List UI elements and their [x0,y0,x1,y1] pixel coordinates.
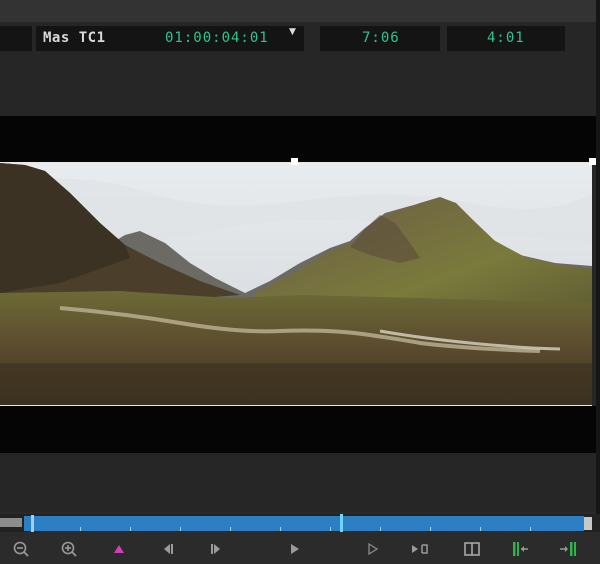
loop-icon[interactable] [410,538,432,560]
insert-icon[interactable] [509,538,531,560]
timeline-scroll-right[interactable] [584,517,592,530]
timeline-track[interactable] [24,516,584,531]
timeline-scroll-left[interactable] [0,518,22,527]
step-forward-icon[interactable] [205,538,227,560]
source-label[interactable]: Mas TC1 [43,30,106,46]
landscape-image [0,163,592,405]
compare-view-icon[interactable] [461,538,483,560]
master-timecode: 01:00:04:01 [165,30,269,46]
letterbox-top [0,116,596,163]
timeline-tick [280,527,281,531]
timeline-tick [530,527,531,531]
playhead[interactable] [340,514,343,532]
timeline-tick [380,527,381,531]
zoom-out-icon[interactable] [10,538,32,560]
duration-display: 7:06 [362,30,400,46]
add-marker-icon[interactable] [108,538,130,560]
timeline-tick [430,527,431,531]
timeline-tick [330,527,331,531]
letterbox-bottom [0,406,596,453]
timeline-tick [480,527,481,531]
in-point-marker[interactable] [31,515,34,532]
top-panel-strip [0,0,600,22]
timeline-tick [80,527,81,531]
timeline-tick [180,527,181,531]
panel-edge [596,0,600,564]
resize-handle-top-right[interactable] [589,158,596,165]
play-in-to-out-icon[interactable] [362,538,384,560]
chevron-down-icon[interactable]: ▼ [289,27,296,37]
step-back-icon[interactable] [157,538,179,560]
play-icon[interactable] [284,538,306,560]
timeline-tick [230,527,231,531]
timecode-box-left [0,26,32,51]
resize-handle-top[interactable] [291,158,298,165]
zoom-in-icon[interactable] [58,538,80,560]
timeline-tick [130,527,131,531]
overwrite-icon[interactable] [558,538,580,560]
video-frame[interactable] [0,162,592,406]
position-display: 4:01 [487,30,525,46]
